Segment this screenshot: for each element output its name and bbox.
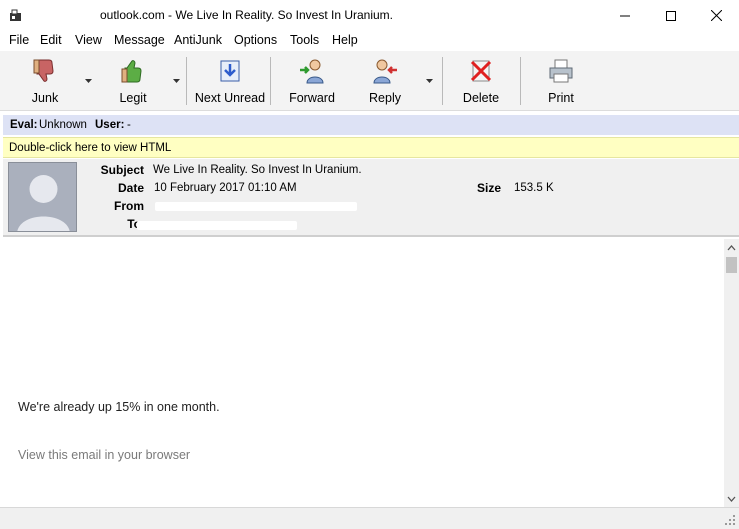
resize-grip-icon[interactable] (725, 515, 736, 526)
legit-dropdown-arrow-icon[interactable] (172, 78, 181, 84)
legit-label: Legit (119, 91, 147, 105)
toolbar-separator (186, 57, 187, 105)
scroll-up-button[interactable] (724, 240, 739, 255)
date-value: 10 February 2017 01:10 AM (154, 182, 297, 194)
message-header: Subject We Live In Reality. So Invest In… (3, 159, 739, 237)
eval-label: Eval: (10, 119, 38, 131)
view-html-bar[interactable]: Double-click here to view HTML (3, 137, 739, 158)
toolbar-separator (442, 57, 443, 105)
vertical-scrollbar[interactable] (724, 239, 739, 507)
menu-bar: File Edit View Message AntiJunk Options … (0, 31, 739, 51)
thumbs-up-icon (121, 60, 142, 83)
next-unread-button[interactable]: Next Unread (195, 54, 265, 108)
delete-button[interactable]: Delete (458, 54, 504, 108)
print-button[interactable]: Print (538, 54, 584, 108)
user-value: - (127, 119, 131, 131)
forward-person-icon (300, 59, 324, 84)
message-body[interactable]: We're already up 15% in one month. View … (3, 239, 724, 507)
junk-button[interactable]: Junk (22, 54, 68, 108)
menu-file[interactable]: File (9, 33, 29, 47)
delete-x-icon (470, 60, 492, 82)
thumbs-down-icon (33, 59, 54, 82)
from-label: From (114, 199, 144, 213)
junk-dropdown-arrow-icon[interactable] (84, 78, 93, 84)
window-title: outlook.com - We Live In Reality. So Inv… (100, 8, 394, 22)
mail-app-icon[interactable] (9, 9, 22, 22)
maximize-button[interactable] (648, 0, 694, 31)
minimize-icon (620, 15, 630, 16)
view-html-text: Double-click here to view HTML (9, 142, 172, 154)
scroll-down-button[interactable] (724, 491, 739, 506)
maximize-icon (666, 10, 676, 21)
toolbar-separator (520, 57, 521, 105)
reply-label: Reply (369, 91, 401, 105)
reply-dropdown-arrow-icon[interactable] (425, 78, 434, 84)
menu-help[interactable]: Help (332, 33, 358, 47)
minimize-button[interactable] (602, 0, 648, 31)
menu-edit[interactable]: Edit (40, 33, 62, 47)
menu-options[interactable]: Options (234, 33, 277, 47)
from-value-redacted (155, 202, 357, 211)
date-label: Date (117, 181, 144, 195)
menu-antijunk[interactable]: AntiJunk (174, 33, 222, 47)
menu-message[interactable]: Message (114, 33, 165, 47)
menu-view[interactable]: View (75, 33, 102, 47)
forward-button[interactable]: Forward (286, 54, 338, 108)
scroll-thumb[interactable] (726, 257, 737, 273)
forward-label: Forward (289, 91, 335, 105)
subject-value: We Live In Reality. So Invest In Uranium… (153, 164, 362, 176)
next-unread-icon (220, 60, 240, 82)
chevron-up-icon (727, 244, 736, 250)
eval-bar: Eval: Unknown User: - (3, 115, 739, 135)
person-silhouette-icon (17, 175, 70, 231)
close-icon (710, 10, 722, 21)
reply-person-icon (373, 59, 397, 84)
printer-icon (549, 59, 573, 83)
toolbar-separator (270, 57, 271, 105)
print-label: Print (548, 91, 574, 105)
to-label: To (127, 217, 141, 231)
junk-label: Junk (31, 91, 59, 105)
delete-label: Delete (462, 91, 500, 105)
chevron-down-icon (727, 496, 736, 502)
body-text-line: We're already up 15% in one month. (18, 400, 220, 414)
size-value: 153.5 K (514, 182, 554, 194)
status-bar (0, 507, 739, 529)
reply-button[interactable]: Reply (362, 54, 408, 108)
legit-button[interactable]: Legit (110, 54, 156, 108)
view-in-browser-link[interactable]: View this email in your browser (18, 448, 190, 462)
user-label: User: (95, 119, 125, 131)
close-button[interactable] (693, 0, 739, 31)
subject-label: Subject (100, 163, 144, 177)
size-label: Size (476, 181, 501, 195)
title-bar: outlook.com - We Live In Reality. So Inv… (0, 0, 739, 31)
eval-value: Unknown (39, 119, 87, 131)
next-unread-label: Next Unread (194, 91, 266, 105)
menu-tools[interactable]: Tools (290, 33, 319, 47)
sender-avatar (8, 162, 77, 232)
toolbar: Junk Legit Next Unread Forward Reply Del… (0, 51, 739, 111)
to-value-redacted (137, 221, 297, 230)
